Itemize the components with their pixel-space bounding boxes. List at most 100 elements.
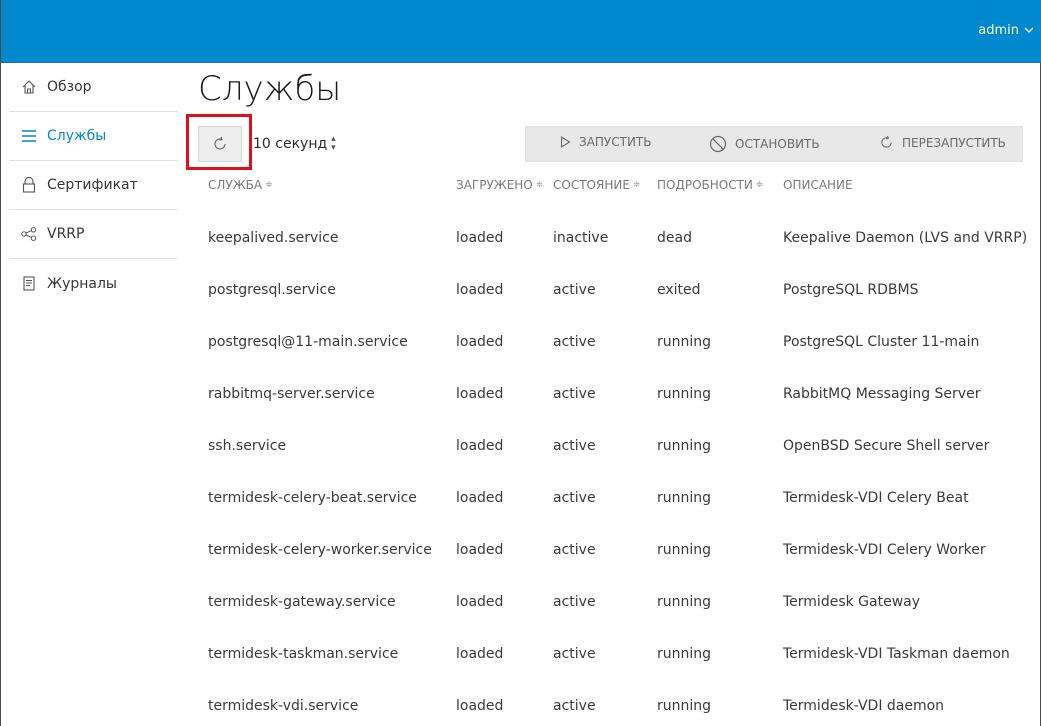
cell-description: Termidesk-VDI Celery Beat [783, 490, 969, 506]
column-header-label: СЛУЖБА [208, 178, 263, 192]
sidebar-item-label: Сертификат [47, 177, 138, 193]
chevron-down-icon [1024, 27, 1034, 33]
stop-button[interactable]: ОСТАНОВИТЬ [709, 135, 820, 153]
cell-state: active [553, 334, 596, 350]
cell-loaded: loaded [456, 698, 504, 714]
refresh-icon [214, 136, 226, 150]
cell-details: running [657, 594, 712, 610]
sidebar-item-certificate[interactable]: Сертификат [9, 161, 178, 210]
column-header-loaded[interactable]: ЗАГРУЖЕНО ≑ [456, 178, 543, 192]
cell-description: OpenBSD Secure Shell server [783, 438, 990, 454]
cell-service: keepalived.service [208, 230, 339, 246]
cell-state: active [553, 386, 596, 402]
document-icon [19, 274, 39, 294]
cell-details: running [657, 542, 712, 558]
cell-details: exited [657, 282, 701, 298]
cell-details: running [657, 386, 712, 402]
cell-state: active [553, 646, 596, 662]
restart-label: ПЕРЕЗАПУСТИТЬ [902, 135, 1006, 150]
start-label: ЗАПУСТИТЬ [579, 135, 652, 149]
table-row[interactable]: termidesk-taskman.service loaded active … [198, 646, 1041, 698]
column-header-details[interactable]: ПОДРОБНОСТИ ≑ [657, 178, 763, 192]
column-header-service[interactable]: СЛУЖБА ≑ [208, 178, 273, 192]
sidebar-item-vrrp[interactable]: VRRP [9, 210, 178, 259]
cell-loaded: loaded [456, 386, 504, 402]
sidebar: Обзор Службы Сертификат VRRP Журналы [1, 63, 181, 726]
table-row[interactable]: postgresql@11-main.service loaded active… [198, 334, 1041, 386]
sidebar-item-services[interactable]: Службы [9, 112, 178, 161]
cell-service: postgresql.service [208, 282, 336, 298]
table-row[interactable]: rabbitmq-server.service loaded active ru… [198, 386, 1041, 438]
app-window: admin Обзор Службы Сертификат VRRP Журна… [0, 0, 1041, 726]
refresh-button[interactable] [198, 126, 242, 162]
cell-description: Termidesk-VDI Taskman daemon [783, 646, 1010, 662]
username: admin [978, 23, 1019, 38]
table-row[interactable]: termidesk-gateway.service loaded active … [198, 594, 1041, 646]
cell-state: inactive [553, 230, 609, 246]
cell-state: active [553, 438, 596, 454]
cell-service: rabbitmq-server.service [208, 386, 375, 402]
sort-icon: ≑ [755, 180, 764, 190]
cell-description: RabbitMQ Messaging Server [783, 386, 981, 402]
action-bar: ЗАПУСТИТЬ ОСТАНОВИТЬ ПЕРЕЗАПУСТИТЬ [525, 126, 1023, 162]
lock-icon [19, 175, 39, 195]
restart-button[interactable]: ПЕРЕЗАПУСТИТЬ [879, 135, 1006, 150]
share-icon [19, 224, 39, 244]
cell-description: Termidesk Gateway [783, 594, 921, 610]
cell-service: postgresql@11-main.service [208, 334, 408, 350]
cell-loaded: loaded [456, 594, 504, 610]
sidebar-item-label: Службы [47, 128, 107, 144]
refresh-interval-select[interactable]: 10 секунд ▴ ▾ [253, 135, 336, 153]
cell-service: termidesk-gateway.service [208, 594, 396, 610]
table-row[interactable]: keepalived.service loaded inactive dead … [198, 230, 1041, 282]
main-content: Службы 10 секунд ▴ ▾ ЗАПУСТИТЬ ОСТАНОВИТЬ… [186, 63, 1041, 726]
cell-service: termidesk-vdi.service [208, 698, 359, 714]
home-icon [19, 77, 39, 97]
cell-service: termidesk-celery-worker.service [208, 542, 432, 558]
column-header-label: ПОДРОБНОСТИ [657, 178, 753, 192]
cell-details: running [657, 334, 712, 350]
restart-icon [881, 135, 892, 148]
stop-label: ОСТАНОВИТЬ [735, 137, 820, 151]
cell-loaded: loaded [456, 438, 504, 454]
page-title: Службы [198, 69, 342, 109]
cell-state: active [553, 282, 596, 298]
cell-state: active [553, 698, 596, 714]
cell-service: termidesk-taskman.service [208, 646, 399, 662]
cell-service: termidesk-celery-beat.service [208, 490, 417, 506]
sidebar-item-label: Журналы [47, 275, 117, 292]
column-header-state[interactable]: СОСТОЯНИЕ ≑ [553, 178, 640, 192]
cell-details: running [657, 490, 712, 506]
table-row[interactable]: termidesk-celery-worker.service loaded a… [198, 542, 1041, 594]
start-button[interactable]: ЗАПУСТИТЬ [560, 135, 652, 149]
cell-state: active [553, 490, 596, 506]
stop-icon [709, 135, 727, 153]
cell-details: running [657, 646, 712, 662]
cell-loaded: loaded [456, 542, 504, 558]
cell-details: running [657, 438, 712, 454]
cell-loaded: loaded [456, 282, 504, 298]
cell-service: ssh.service [208, 438, 287, 454]
sidebar-item-overview[interactable]: Обзор [9, 63, 178, 112]
top-navbar: admin [1, 0, 1041, 63]
cell-loaded: loaded [456, 646, 504, 662]
sidebar-item-logs[interactable]: Журналы [9, 259, 178, 308]
cell-loaded: loaded [456, 490, 504, 506]
sidebar-item-label: VRRP [47, 226, 85, 242]
play-icon [560, 136, 571, 148]
sidebar-item-label: Обзор [47, 79, 92, 95]
sort-icon: ▴ ▾ [331, 134, 336, 153]
column-header-label: ОПИСАНИЕ [783, 178, 853, 192]
table-row[interactable]: postgresql.service loaded active exited … [198, 282, 1041, 334]
interval-value: 10 секунд [253, 136, 328, 152]
cell-description: Termidesk-VDI Celery Worker [783, 542, 986, 558]
sort-icon: ≑ [632, 180, 641, 190]
table-row[interactable]: termidesk-celery-beat.service loaded act… [198, 490, 1041, 542]
cell-loaded: loaded [456, 334, 504, 350]
table-row[interactable]: termidesk-vdi.service loaded active runn… [198, 698, 1041, 726]
cell-description: PostgreSQL Cluster 11-main [783, 334, 980, 350]
column-header-label: ЗАГРУЖЕНО [456, 178, 533, 192]
cell-state: active [553, 542, 596, 558]
user-menu[interactable]: admin [978, 23, 1034, 38]
table-row[interactable]: ssh.service loaded active running OpenBS… [198, 438, 1041, 490]
